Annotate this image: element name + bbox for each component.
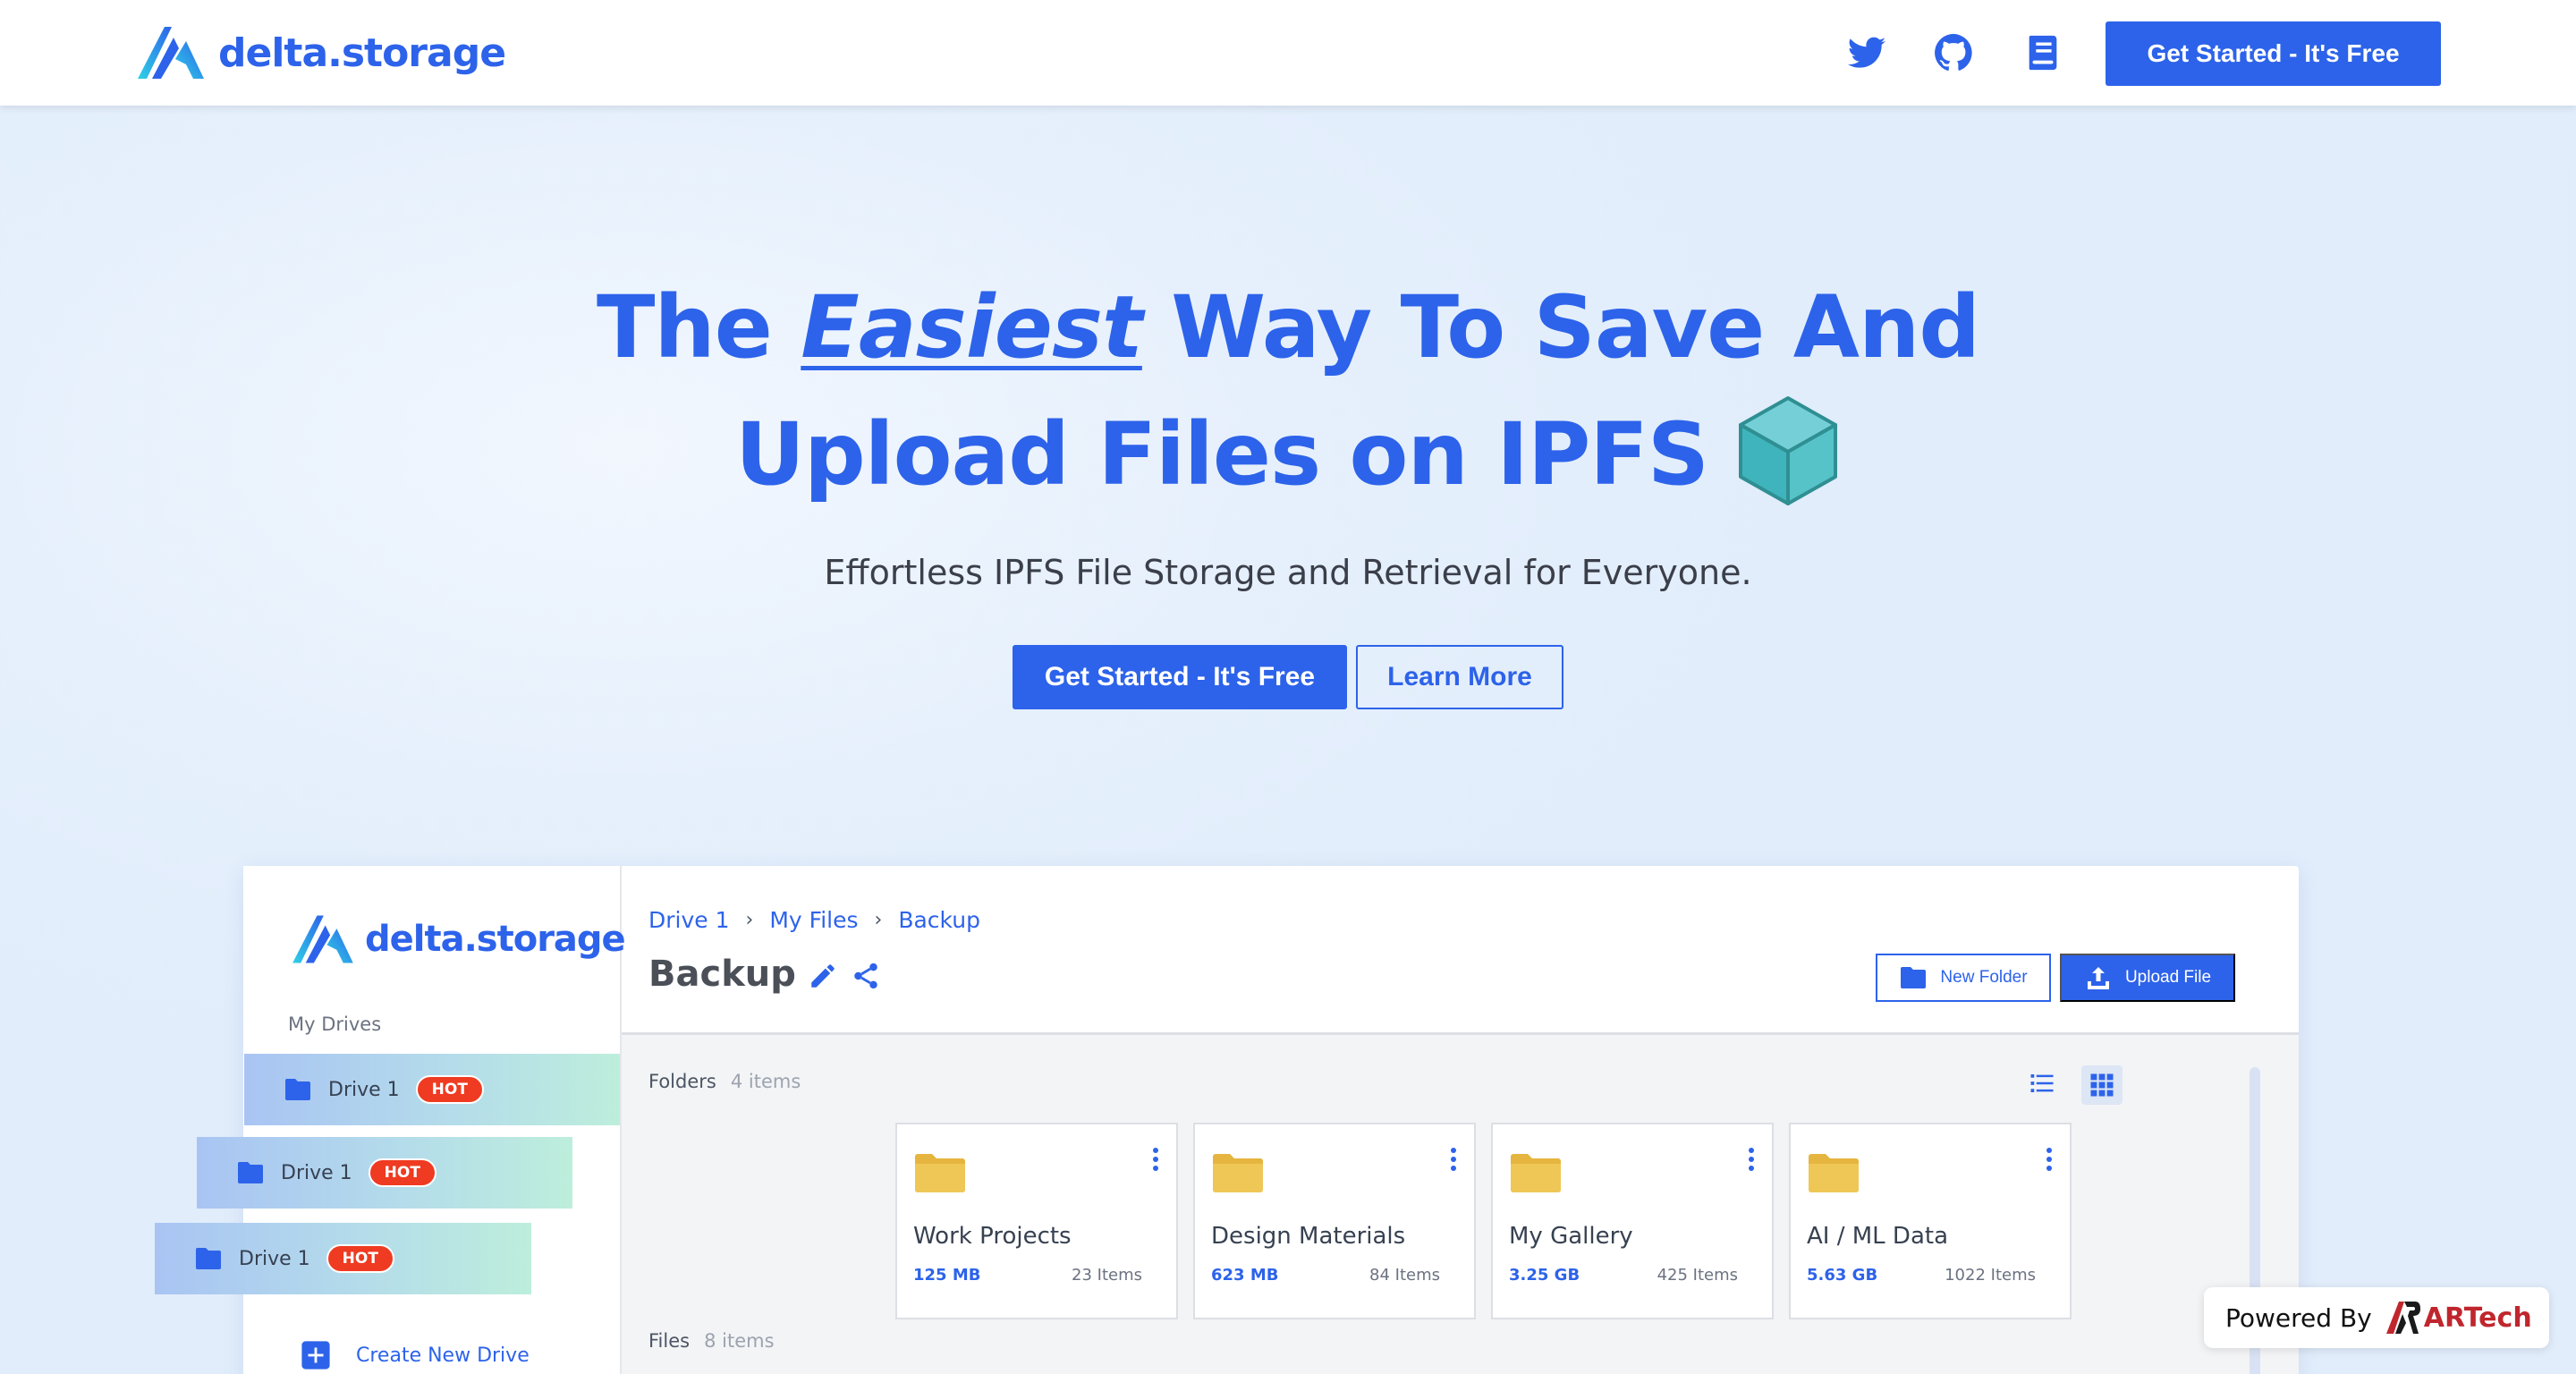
- more-vertical-icon[interactable]: [2045, 1146, 2054, 1173]
- files-header: Files 8 items: [648, 1330, 775, 1352]
- folder-card-design-materials[interactable]: Design Materials 623 MB 84 Items: [1193, 1123, 1476, 1319]
- grid-view-toggle[interactable]: [2081, 1065, 2123, 1105]
- list-view-icon: [2030, 1074, 2054, 1092]
- new-folder-button[interactable]: New Folder: [1876, 954, 2051, 1002]
- folder-name: Work Projects: [913, 1223, 1072, 1250]
- app-main: Drive 1 › My Files › Backup Backup New F…: [622, 866, 2299, 1374]
- github-icon: [1935, 33, 1972, 71]
- folder-icon: [915, 1154, 965, 1192]
- brand-name: delta.storage: [218, 30, 506, 76]
- breadcrumb: Drive 1 › My Files › Backup: [648, 907, 980, 933]
- files-label: Files: [648, 1330, 691, 1352]
- powered-by-brand: ARTech: [2423, 1302, 2532, 1334]
- folders-header: Folders 4 items: [648, 1071, 801, 1092]
- drive-label: Drive 1: [281, 1161, 352, 1184]
- drive-label: Drive 1: [328, 1078, 400, 1101]
- chevron-right-icon: ›: [745, 909, 754, 931]
- folder-icon: [285, 1079, 310, 1100]
- plus-square-icon: [301, 1341, 330, 1370]
- folder-icon: [1511, 1154, 1561, 1192]
- files-count: 8 items: [704, 1330, 775, 1352]
- hot-badge: HOT: [326, 1244, 394, 1273]
- folder-icon: [196, 1248, 221, 1269]
- upload-icon: [2087, 967, 2109, 989]
- hero-title-line2-text: Upload Files on IPFS: [734, 404, 1709, 505]
- folder-icon: [1901, 967, 1927, 988]
- powered-by-badge[interactable]: Powered By ARTech: [2204, 1287, 2549, 1348]
- list-view-toggle[interactable]: [2024, 1065, 2060, 1101]
- chevron-right-icon: ›: [874, 909, 883, 931]
- brand-logo[interactable]: delta.storage: [134, 21, 506, 84]
- content-area: Folders 4 items Work Projects 125 MB 23 …: [622, 1032, 2299, 1374]
- github-link[interactable]: [1933, 32, 1974, 73]
- folder-icon: [238, 1162, 263, 1183]
- docs-link[interactable]: [2022, 32, 2063, 73]
- more-vertical-icon[interactable]: [1449, 1146, 1458, 1173]
- page-title: Backup: [648, 954, 796, 995]
- ipfs-cube-icon: [1739, 395, 1838, 505]
- hero-get-started-button[interactable]: Get Started - It's Free: [1013, 645, 1347, 709]
- upload-file-label: Upload File: [2124, 968, 2212, 987]
- artech-logo-icon: [2385, 1302, 2420, 1334]
- folder-name: AI / ML Data: [1807, 1223, 1949, 1250]
- delta-logo-icon: [292, 915, 353, 963]
- hero-title-suffix: Way To Save And: [1141, 277, 1980, 377]
- upload-file-button[interactable]: Upload File: [2060, 954, 2235, 1002]
- app-sidebar-logo[interactable]: delta.storage: [288, 911, 626, 968]
- folder-name: Design Materials: [1211, 1223, 1406, 1250]
- delta-logo-icon: [138, 27, 204, 79]
- hero-title-prefix: The: [596, 277, 801, 377]
- grid-view-icon: [2090, 1073, 2114, 1097]
- my-drives-label: My Drives: [288, 1014, 382, 1035]
- twitter-link[interactable]: [1846, 32, 1887, 73]
- pencil-icon[interactable]: [808, 961, 838, 991]
- folder-size: 125 MB: [913, 1266, 981, 1285]
- folders-label: Folders: [648, 1071, 716, 1092]
- app-brand-name: delta.storage: [365, 919, 626, 960]
- hero-title-line1: The Easiest Way To Save And: [0, 277, 2576, 377]
- nav-get-started-button[interactable]: Get Started - It's Free: [2106, 21, 2441, 86]
- folder-name: My Gallery: [1509, 1223, 1633, 1250]
- more-vertical-icon[interactable]: [1151, 1146, 1160, 1173]
- folder-card-ai-ml-data[interactable]: AI / ML Data 5.63 GB 1022 Items: [1789, 1123, 2072, 1319]
- hot-badge: HOT: [368, 1158, 436, 1187]
- sidebar-drive-item[interactable]: Drive 1 HOT: [197, 1137, 572, 1209]
- create-new-drive-button[interactable]: Create New Drive: [301, 1340, 530, 1370]
- folder-icon: [1809, 1154, 1859, 1192]
- folder-item-count: 84 Items: [1369, 1266, 1440, 1285]
- sidebar-drive-item[interactable]: Drive 1 HOT: [155, 1223, 531, 1294]
- breadcrumb-drive[interactable]: Drive 1: [648, 907, 730, 933]
- drive-label: Drive 1: [239, 1247, 310, 1270]
- hero-learn-more-button[interactable]: Learn More: [1356, 645, 1563, 709]
- more-vertical-icon[interactable]: [1747, 1146, 1756, 1173]
- docs-icon: [2029, 35, 2057, 71]
- hero-subtitle: Effortless IPFS File Storage and Retriev…: [824, 553, 1752, 592]
- navbar: delta.storage Get Started - It's Free: [0, 0, 2576, 106]
- folders-count: 4 items: [730, 1071, 801, 1092]
- folder-item-count: 23 Items: [1072, 1266, 1142, 1285]
- twitter-icon: [1847, 37, 1886, 68]
- sidebar-drive-item[interactable]: Drive 1 HOT: [244, 1054, 620, 1125]
- create-new-drive-label: Create New Drive: [356, 1344, 530, 1367]
- folder-size: 3.25 GB: [1509, 1266, 1580, 1285]
- folder-card-my-gallery[interactable]: My Gallery 3.25 GB 425 Items: [1491, 1123, 1774, 1319]
- hot-badge: HOT: [415, 1075, 484, 1104]
- folder-icon: [1213, 1154, 1263, 1192]
- hero-title-line2: Upload Files on IPFS: [0, 395, 2576, 507]
- breadcrumb-my-files[interactable]: My Files: [769, 907, 858, 933]
- folder-size: 623 MB: [1211, 1266, 1279, 1285]
- share-icon[interactable]: [851, 961, 881, 991]
- hero-title-emphasis: Easiest: [801, 277, 1143, 377]
- new-folder-label: New Folder: [1940, 968, 2028, 987]
- breadcrumb-backup[interactable]: Backup: [898, 907, 980, 933]
- folder-card-work-projects[interactable]: Work Projects 125 MB 23 Items: [895, 1123, 1178, 1319]
- powered-by-text: Powered By: [2225, 1302, 2372, 1333]
- folder-size: 5.63 GB: [1807, 1266, 1878, 1285]
- folder-item-count: 1022 Items: [1945, 1266, 2036, 1285]
- folder-item-count: 425 Items: [1657, 1266, 1738, 1285]
